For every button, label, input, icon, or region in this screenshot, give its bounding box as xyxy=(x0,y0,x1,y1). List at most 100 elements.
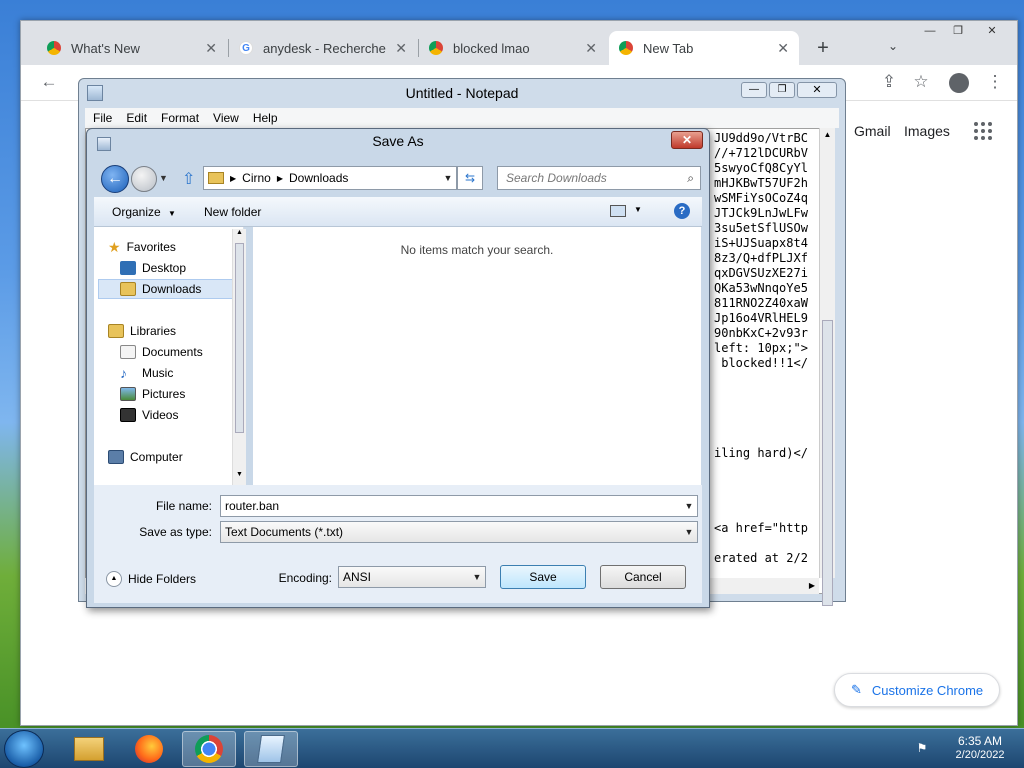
vertical-scrollbar[interactable]: ▲ xyxy=(819,128,835,606)
tab-blocked[interactable]: blocked lmao ✕ xyxy=(419,31,607,65)
notepad-menubar: File Edit Format View Help xyxy=(85,108,839,128)
help-icon[interactable]: ? xyxy=(674,203,690,219)
menu-icon[interactable]: ⋮ xyxy=(983,71,1007,95)
maximize-button[interactable]: ❐ xyxy=(945,23,971,41)
chevron-down-icon[interactable]: ⌄ xyxy=(883,39,903,59)
address-bar[interactable]: ▶ Cirno ▶ Downloads ▼ xyxy=(203,166,457,190)
music-icon: ♪ xyxy=(120,365,127,381)
nav-label: Downloads xyxy=(142,282,202,296)
nav-scrollbar[interactable]: ▲ ▼ xyxy=(232,229,246,485)
new-tab-button[interactable]: + xyxy=(809,35,837,63)
forward-button[interactable] xyxy=(131,166,157,192)
breadcrumb-cirno[interactable]: Cirno xyxy=(242,171,271,185)
apps-grid-icon[interactable] xyxy=(973,121,995,143)
hide-folders-label: Hide Folders xyxy=(128,572,197,586)
nav-computer[interactable]: Computer xyxy=(108,447,248,467)
close-icon[interactable]: ✕ xyxy=(769,40,789,57)
chevron-down-icon[interactable]: ▼ xyxy=(681,527,697,537)
images-link[interactable]: Images xyxy=(904,123,950,139)
gmail-link[interactable]: Gmail xyxy=(854,123,891,139)
scroll-right-icon[interactable]: ▶ xyxy=(805,578,819,594)
file-name-field[interactable]: router.ban ▼ xyxy=(220,495,698,517)
start-button[interactable] xyxy=(4,730,44,768)
taskbar: ⚑ 6:35 AM 2/20/2022 xyxy=(0,728,1024,768)
chevron-down-icon[interactable]: ▼ xyxy=(159,173,168,183)
tab-new-tab[interactable]: New Tab ✕ xyxy=(609,31,799,65)
cancel-button[interactable]: Cancel xyxy=(600,565,686,589)
tab-strip: What's New ✕ G anydesk - Recherche G ✕ b… xyxy=(21,21,1017,65)
back-arrow-icon[interactable]: ← xyxy=(37,71,61,95)
notepad-line: 3su5etSflUSOw xyxy=(714,221,808,235)
minimize-button[interactable]: — xyxy=(741,82,767,98)
menu-view[interactable]: View xyxy=(213,111,239,125)
scroll-thumb[interactable] xyxy=(235,243,244,433)
taskbar-explorer[interactable] xyxy=(62,731,116,767)
share-icon[interactable]: ⇪ xyxy=(877,71,901,95)
star-icon[interactable]: ☆ xyxy=(909,71,933,95)
search-input[interactable]: Search Downloads ⌕ xyxy=(497,166,701,190)
libraries-icon xyxy=(108,324,124,338)
chevron-down-icon[interactable]: ▼ xyxy=(469,572,485,582)
scroll-down-icon[interactable]: ▼ xyxy=(233,471,246,478)
maximize-button[interactable]: ❐ xyxy=(769,82,795,98)
tab-anydesk[interactable]: G anydesk - Recherche G ✕ xyxy=(229,31,417,65)
scroll-thumb[interactable] xyxy=(822,320,833,606)
taskbar-firefox[interactable] xyxy=(122,731,176,767)
google-icon: G xyxy=(239,41,253,55)
notepad-line: erated at 2/2 xyxy=(714,551,808,565)
save-type-select[interactable]: Text Documents (*.txt) ▼ xyxy=(220,521,698,543)
tab-whats-new[interactable]: What's New ✕ xyxy=(37,31,227,65)
up-arrow-icon[interactable]: ⇧ xyxy=(182,169,195,189)
encoding-value: ANSI xyxy=(343,570,372,584)
breadcrumb-separator: ▶ xyxy=(276,173,283,183)
nav-label: Desktop xyxy=(142,261,187,275)
close-icon[interactable]: ✕ xyxy=(671,131,703,149)
nav-favorites[interactable]: ★ Favorites xyxy=(108,237,248,257)
taskbar-chrome[interactable] xyxy=(182,731,236,767)
close-window-button[interactable]: ✕ xyxy=(797,82,837,98)
hide-folders-button[interactable]: ▲ Hide Folders xyxy=(106,571,196,587)
taskbar-notepad[interactable] xyxy=(244,731,298,767)
refresh-button[interactable]: ⇆ xyxy=(457,166,483,190)
menu-file[interactable]: File xyxy=(93,111,112,125)
close-icon[interactable]: ✕ xyxy=(197,40,217,57)
nav-label: Pictures xyxy=(142,387,186,401)
close-icon[interactable]: ✕ xyxy=(577,40,597,57)
customize-label: Customize Chrome xyxy=(871,682,984,698)
chevron-down-icon[interactable]: ▼ xyxy=(681,501,697,511)
notepad-line: 90nbKxC+2v93r xyxy=(714,326,808,340)
search-placeholder: Search Downloads xyxy=(506,171,607,185)
new-folder-button[interactable]: New folder xyxy=(204,205,261,219)
menu-edit[interactable]: Edit xyxy=(126,111,147,125)
nav-label: Computer xyxy=(130,450,183,464)
chevron-down-icon[interactable]: ▼ xyxy=(634,205,642,214)
file-list-area[interactable]: No items match your search. xyxy=(253,227,701,485)
back-button[interactable]: ← xyxy=(101,165,129,193)
command-bar: Organize ▼ New folder ▼ ? xyxy=(94,197,702,227)
chrome-icon xyxy=(47,41,61,55)
breadcrumb-downloads[interactable]: Downloads xyxy=(289,171,348,185)
clock-time[interactable]: 6:35 AM xyxy=(944,733,1016,749)
view-options-icon[interactable] xyxy=(610,205,626,217)
minimize-button[interactable]: — xyxy=(917,23,943,41)
chevron-down-icon[interactable]: ▼ xyxy=(440,173,456,183)
nav-downloads[interactable]: Downloads xyxy=(98,279,234,299)
save-type-label: Save as type: xyxy=(139,525,212,539)
organize-button[interactable]: Organize ▼ xyxy=(112,205,176,219)
scroll-up-icon[interactable]: ▲ xyxy=(820,128,835,142)
nav-libraries[interactable]: Libraries xyxy=(108,321,248,341)
profile-icon[interactable] xyxy=(949,73,969,93)
action-center-flag-icon[interactable]: ⚑ xyxy=(914,741,930,755)
notepad-line: 811RNO2Z40xaW xyxy=(714,296,808,310)
menu-help[interactable]: Help xyxy=(253,111,278,125)
notepad-line: blocked!!1</ xyxy=(714,356,808,370)
scroll-up-icon[interactable]: ▲ xyxy=(233,229,246,236)
close-window-button[interactable]: ✕ xyxy=(979,23,1005,41)
encoding-select[interactable]: ANSI ▼ xyxy=(338,566,486,588)
clock-date[interactable]: 2/20/2022 xyxy=(944,749,1016,761)
save-button[interactable]: Save xyxy=(500,565,586,589)
save-form: File name: router.ban ▼ Save as type: Te… xyxy=(94,485,702,603)
close-icon[interactable]: ✕ xyxy=(387,40,407,57)
menu-format[interactable]: Format xyxy=(161,111,199,125)
customize-chrome-button[interactable]: ✎ Customize Chrome xyxy=(834,673,1000,707)
